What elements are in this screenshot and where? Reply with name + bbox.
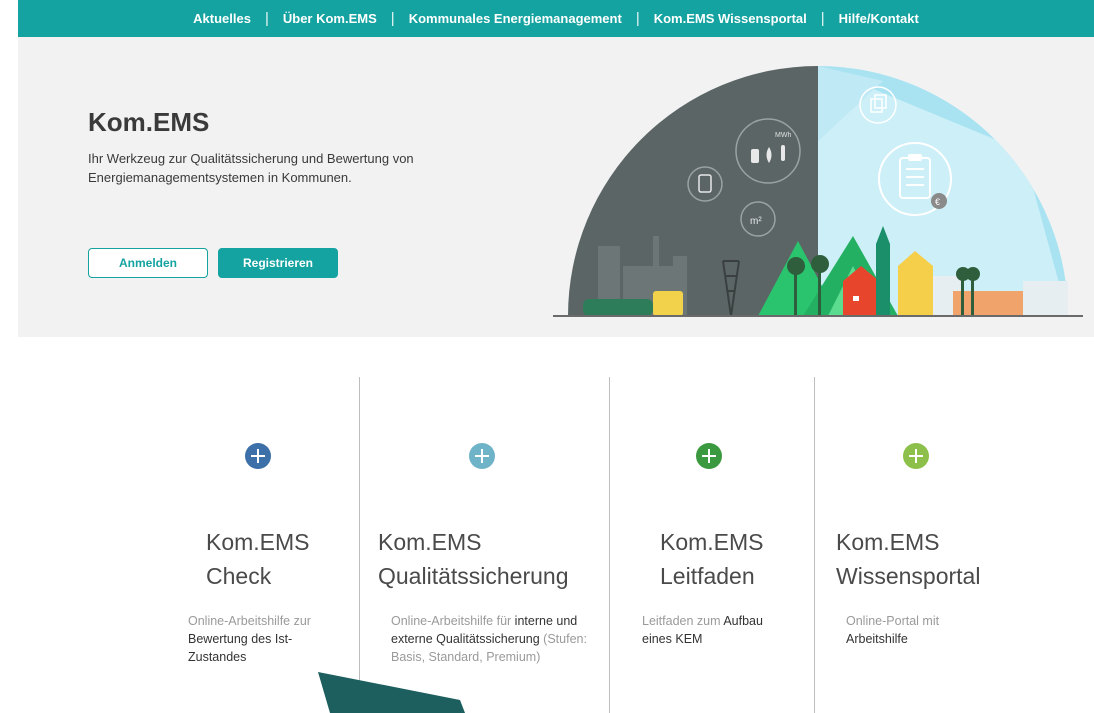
feature-title-line2: Check — [206, 563, 272, 589]
description-highlight: Bewertung des Ist-Zustandes — [188, 632, 293, 664]
description-text: Online-Portal mit — [846, 614, 940, 628]
feature-description: Online-Arbeitshilfe für interne und exte… — [391, 612, 591, 666]
plus-circle-icon[interactable] — [696, 443, 722, 469]
euro-coin-icon: € — [931, 193, 947, 209]
hero-title: Kom.EMS — [88, 107, 210, 137]
feature-title[interactable]: Kom.EMS Leitfaden — [660, 525, 764, 593]
hero-subtitle: Ihr Werkzeug zur Qualitätssicherung und … — [88, 151, 414, 185]
login-button[interactable]: Anmelden — [88, 248, 208, 278]
nav-separator: | — [820, 10, 825, 27]
plus-circle-icon[interactable] — [245, 443, 271, 469]
nav-separator: | — [264, 10, 269, 27]
description-highlight: Arbeitshilfe — [846, 632, 908, 646]
nav-link-kommunales-energiemanagement[interactable]: Kommunales Energiemanagement — [395, 11, 636, 26]
m2-label: m² — [750, 216, 762, 227]
feature-wissensportal[interactable]: Kom.EMS Wissensportal Online-Portal mit … — [815, 337, 1094, 713]
feature-title-line2: Wissensportal — [836, 563, 981, 589]
nav-link-hilfe-kontakt[interactable]: Hilfe/Kontakt — [825, 11, 933, 26]
nav-link-ueber[interactable]: Über Kom.EMS — [269, 11, 391, 26]
nav-link-aktuelles[interactable]: Aktuelles — [179, 11, 265, 26]
feature-title-line2: Leitfaden — [660, 563, 755, 589]
nav-link-wissensportal[interactable]: Kom.EMS Wissensportal — [640, 11, 821, 26]
feature-title[interactable]: Kom.EMS Wissensportal — [836, 525, 980, 593]
mwh-label: MWh — [775, 132, 791, 139]
nav-separator: | — [390, 10, 395, 27]
feature-title-line1: Kom.EMS — [836, 529, 940, 555]
feature-description: Online-Portal mit Arbeitshilfe — [846, 612, 986, 648]
feature-title[interactable]: Kom.EMS Qualitätssicherung — [378, 525, 569, 593]
description-text: Leitfaden zum — [642, 614, 724, 628]
feature-title-line1: Kom.EMS — [660, 529, 764, 555]
feature-title-line2: Qualitätssicherung — [378, 563, 569, 589]
feature-check[interactable]: Kom.EMS Check Online-Arbeitshilfe zur Be… — [0, 337, 359, 713]
feature-qualitaetssicherung[interactable]: Kom.EMS Qualitätssicherung Online-Arbeit… — [360, 337, 609, 713]
plus-circle-icon[interactable] — [903, 443, 929, 469]
mouse-pointer-arrow — [318, 672, 465, 713]
feature-columns: Kom.EMS Check Online-Arbeitshilfe zur Be… — [0, 337, 1094, 713]
feature-title-line1: Kom.EMS — [206, 529, 310, 555]
feature-title[interactable]: Kom.EMS Check — [206, 525, 310, 593]
description-text: Online-Arbeitshilfe zur — [188, 614, 311, 628]
hero-section: Kom.EMS Ihr Werkzeug zur Qualitätssicher… — [18, 37, 1094, 337]
register-button[interactable]: Registrieren — [218, 248, 338, 278]
hero-illustration: MWh m² € — [553, 66, 1083, 317]
top-navigation: Aktuelles | Über Kom.EMS | Kommunales En… — [18, 0, 1094, 37]
feature-description: Leitfaden zum Aufbau eines KEM — [642, 612, 792, 648]
feature-description: Online-Arbeitshilfe zur Bewertung des Is… — [188, 612, 348, 666]
plus-circle-icon[interactable] — [469, 443, 495, 469]
nav-separator: | — [635, 10, 640, 27]
feature-title-line1: Kom.EMS — [378, 529, 482, 555]
description-text: Online-Arbeitshilfe für — [391, 614, 515, 628]
feature-leitfaden[interactable]: Kom.EMS Leitfaden Leitfaden zum Aufbau e… — [610, 337, 814, 713]
svg-text:€: € — [935, 197, 940, 207]
